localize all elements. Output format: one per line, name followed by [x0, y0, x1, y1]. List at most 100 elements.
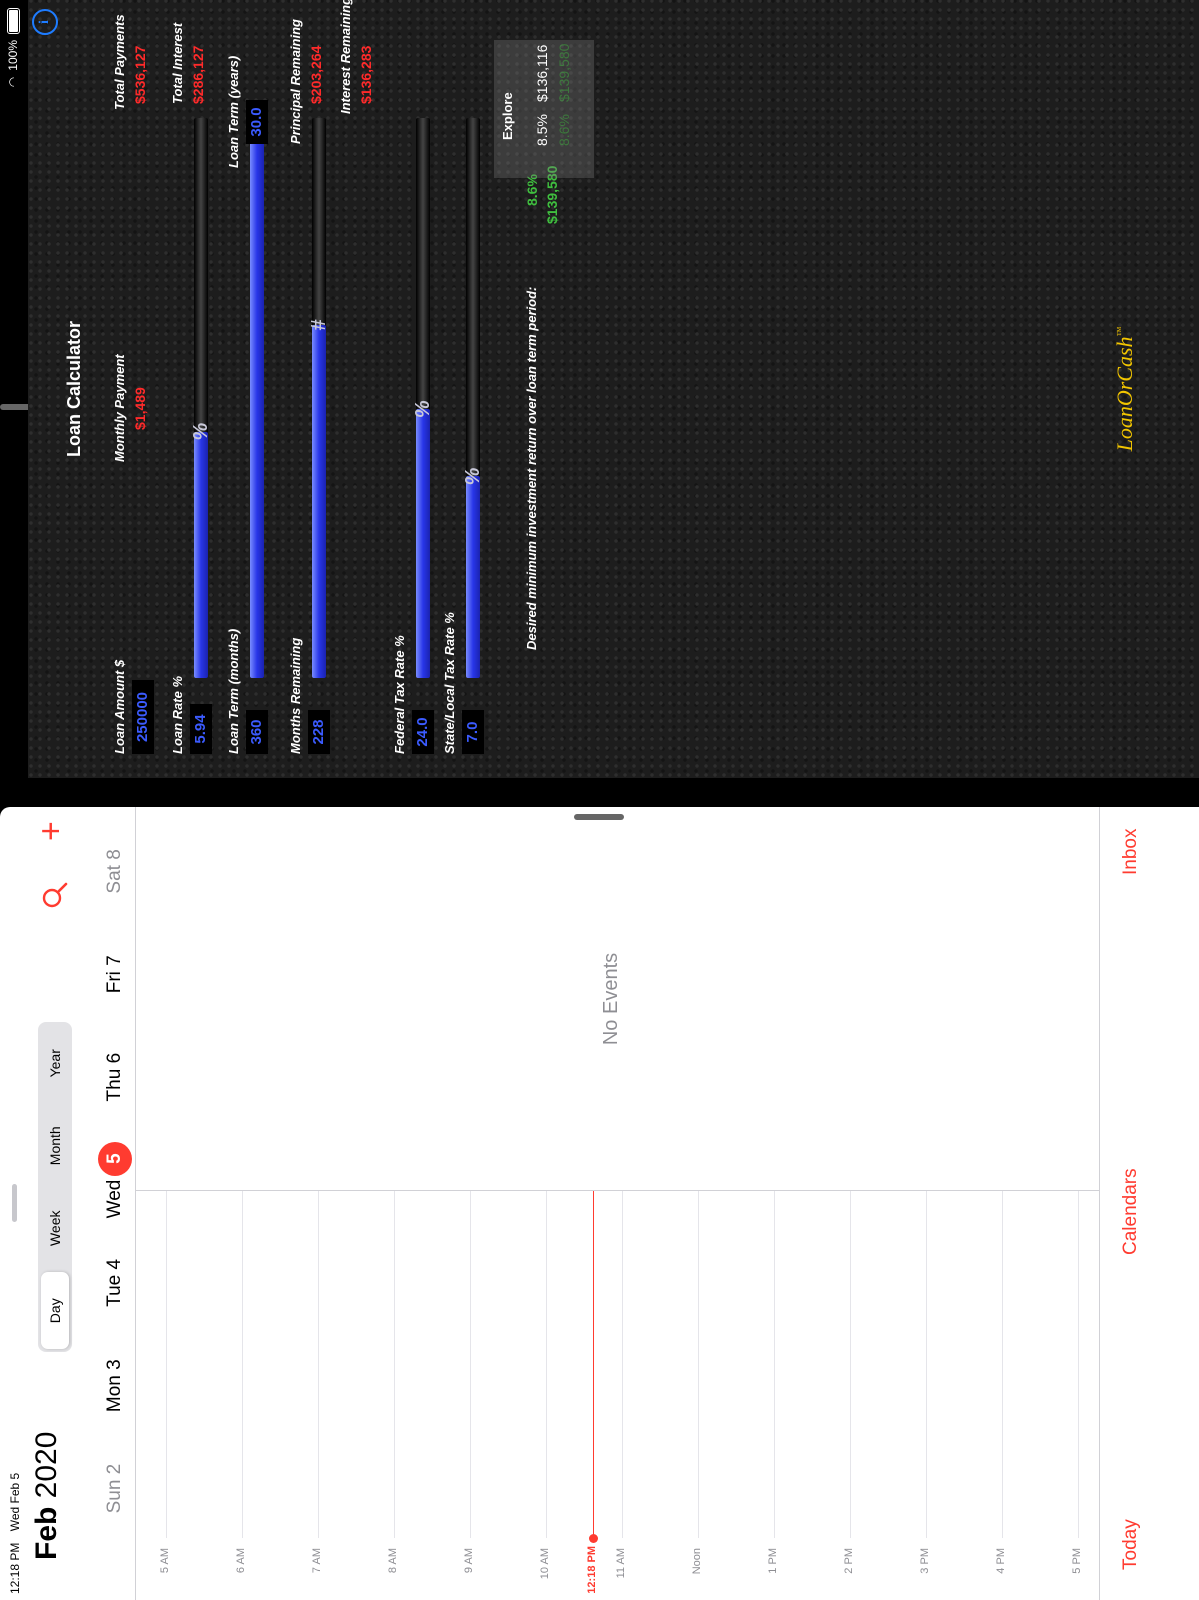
- logo-trademark: ™: [1115, 326, 1127, 337]
- day-fri[interactable]: Fri 7: [95, 923, 135, 1026]
- hour-label: 8 AM: [387, 1548, 399, 1574]
- loan-calculator-pane: Loan Calculator Loan Amount $ 250000 Mon…: [28, 0, 1199, 778]
- hour-label: 2 PM: [843, 1548, 855, 1574]
- hour-label: 4 PM: [995, 1548, 1007, 1574]
- hour-line: [318, 1191, 319, 1538]
- today-button[interactable]: Today: [1120, 1519, 1142, 1570]
- state-tax-field[interactable]: 7.0: [462, 710, 484, 754]
- principal-remaining-value: $203,264: [308, 45, 324, 104]
- months-remaining-label: Months Remaining: [288, 637, 303, 754]
- hour-line: [926, 1191, 927, 1538]
- day-mon[interactable]: Mon 3: [95, 1334, 135, 1437]
- hour-line: [394, 1191, 395, 1538]
- pane-grabber[interactable]: [12, 1184, 17, 1222]
- calendars-button[interactable]: Calendars: [1120, 1168, 1142, 1255]
- state-tax-slider-fill: [466, 476, 480, 678]
- calendar-pane: Feb 2020 Day Week Month Year + Sun 2 Mon…: [0, 807, 1199, 1600]
- total-payments-value: $536,127: [132, 45, 148, 104]
- status-bar-left: 12:18 PM Wed Feb 5: [8, 1465, 22, 1594]
- segment-month[interactable]: Month: [41, 1108, 69, 1185]
- federal-tax-label: Federal Tax Rate %: [392, 635, 407, 754]
- hour-row: 4 PM: [995, 1191, 1078, 1600]
- hour-label: 5 AM: [159, 1548, 171, 1574]
- inbox-button[interactable]: Inbox: [1120, 829, 1142, 875]
- hour-line: [622, 1191, 623, 1538]
- week-day-strip: Sun 2 Mon 3 Tue 4 Wed 5 Thu 6 Fri 7 Sat …: [95, 820, 135, 1540]
- loan-term-years-field[interactable]: 30.0: [246, 100, 268, 144]
- day-wed-selected[interactable]: Wed 5: [95, 1129, 135, 1232]
- segment-day[interactable]: Day: [41, 1272, 69, 1349]
- explore-label: Explore: [500, 92, 515, 140]
- hour-line: [698, 1191, 699, 1538]
- battery-icon: [6, 8, 20, 34]
- current-time-dot: [589, 1534, 598, 1543]
- federal-tax-slider[interactable]: %: [412, 118, 434, 678]
- day-thu[interactable]: Thu 6: [95, 1026, 135, 1129]
- state-tax-slider[interactable]: %: [462, 118, 484, 678]
- percent-knob-icon[interactable]: %: [410, 398, 436, 420]
- hour-line: [546, 1191, 547, 1538]
- hour-line: [1078, 1191, 1079, 1538]
- battery-percent: 100%: [6, 40, 20, 71]
- explore-row-rate: 8.5%: [534, 114, 550, 146]
- hour-row: 10 AM: [539, 1191, 622, 1600]
- hash-knob-icon[interactable]: #: [306, 314, 332, 336]
- month-label: Feb: [30, 1506, 63, 1560]
- loan-term-months-field[interactable]: 360: [246, 710, 268, 754]
- loan-term-months-label: Loan Term (months): [226, 628, 241, 754]
- loan-calculator-title: Loan Calculator: [64, 320, 84, 458]
- hour-line: [470, 1191, 471, 1538]
- view-mode-segmented-control: Day Week Month Year: [38, 1022, 72, 1352]
- hour-label: Noon: [691, 1548, 703, 1575]
- status-date: Wed Feb 5: [8, 1472, 22, 1532]
- split-view-handle[interactable]: [574, 814, 624, 820]
- segment-week[interactable]: Week: [41, 1190, 69, 1267]
- explore-row-amount: $139,580: [556, 43, 572, 102]
- federal-tax-slider-fill: [416, 409, 430, 678]
- segment-year[interactable]: Year: [41, 1025, 69, 1102]
- months-remaining-field[interactable]: 228: [308, 710, 330, 754]
- loan-rate-slider[interactable]: %: [190, 118, 212, 678]
- loan-rate-field[interactable]: 5.94: [190, 704, 212, 754]
- monthly-payment-value: $1,489: [132, 387, 148, 430]
- loan-rate-label: Loan Rate %: [170, 675, 185, 754]
- loan-term-slider-fill: [250, 118, 264, 678]
- day-tue[interactable]: Tue 4: [95, 1231, 135, 1334]
- interest-remaining-value: $136,283: [358, 45, 374, 104]
- day-timeline[interactable]: 5 AM 6 AM 7 AM 8 AM 9 AM 10 AM 11 AM Noo…: [136, 1190, 1099, 1600]
- info-icon[interactable]: i: [32, 9, 58, 35]
- explore-row-rate: 8.6%: [556, 114, 572, 146]
- loan-term-slider[interactable]: #: [246, 112, 268, 678]
- hour-row: Noon: [691, 1191, 774, 1600]
- day-wed-label: Wed: [104, 1179, 125, 1219]
- explore-row-amount: $136,116: [534, 44, 550, 102]
- hour-row: 11 AM: [615, 1191, 698, 1600]
- today-badge: 5: [98, 1141, 132, 1176]
- hour-label: 3 PM: [919, 1548, 931, 1574]
- search-icon[interactable]: [40, 880, 70, 910]
- percent-knob-icon[interactable]: %: [460, 465, 486, 487]
- day-sun[interactable]: Sun 2: [95, 1437, 135, 1540]
- day-sat[interactable]: Sat 8: [95, 820, 135, 923]
- status-time: 12:18 PM: [8, 1542, 22, 1594]
- no-events-text: No Events: [600, 952, 622, 1046]
- federal-tax-field[interactable]: 24.0: [412, 710, 434, 754]
- loanorcash-logo: LoanOrCash™: [1112, 0, 1138, 778]
- hour-row: 8 AM: [387, 1191, 470, 1600]
- loan-rate-slider-fill: [194, 431, 208, 678]
- hour-label: 10 AM: [539, 1548, 551, 1580]
- interest-remaining-label: Interest Remaining: [338, 0, 353, 114]
- hour-row: 7 AM: [311, 1191, 394, 1600]
- loan-amount-field[interactable]: 250000: [132, 680, 154, 754]
- total-interest-value: $286,127: [190, 45, 206, 104]
- hour-row: 2 PM: [843, 1191, 926, 1600]
- hour-label: 11 AM: [615, 1548, 627, 1579]
- add-event-icon[interactable]: +: [32, 815, 70, 847]
- desired-rate-value: 8.6%: [524, 174, 540, 206]
- hour-line: [774, 1191, 775, 1538]
- percent-knob-icon[interactable]: %: [188, 421, 214, 443]
- monthly-payment-label: Monthly Payment: [112, 354, 127, 462]
- months-remaining-slider[interactable]: #: [308, 118, 330, 678]
- desired-return-label: Desired minimum investment return over l…: [524, 286, 539, 650]
- explore-panel[interactable]: Explore 8.5% $136,116 8.6% $139,580: [494, 40, 594, 178]
